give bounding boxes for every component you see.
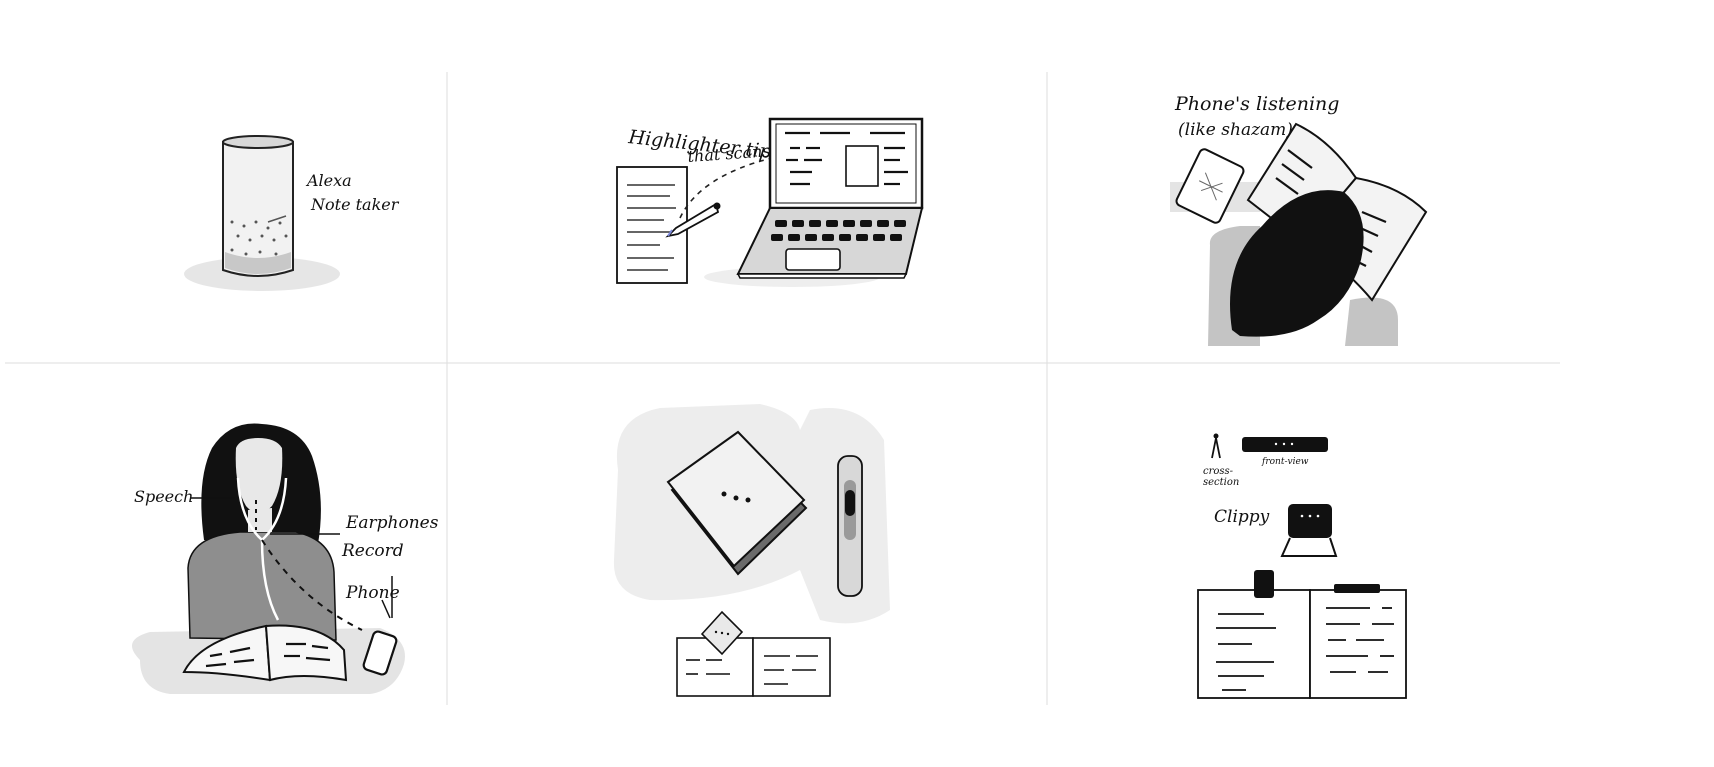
clippy-label: Clippy	[1214, 507, 1270, 527]
speech-label: Speech	[134, 487, 193, 506]
alexa-cylinder-icon	[222, 135, 294, 277]
panel-laptop: Highlighter tip that scans	[616, 117, 924, 287]
earphones-label-line2: Record	[341, 541, 404, 561]
alexa-label-line1: Alexa	[305, 171, 352, 190]
phone-label-line2: (like shazam)	[1178, 120, 1293, 140]
cross-section-label-line2: section	[1203, 477, 1239, 488]
phone-label-line1: Phone's listening	[1174, 93, 1339, 115]
panel-phone-listening: Phone's listening (like shazam)	[1170, 93, 1428, 346]
clippy-device-icon	[1280, 504, 1338, 557]
panel-earphones: Speech Earphones Record Phone	[132, 423, 439, 694]
alexa-label-line2: Note taker	[310, 195, 400, 214]
chair-shadow-right	[1345, 297, 1398, 346]
cross-section-label-line1: cross-	[1203, 466, 1234, 477]
panel-alexa: Alexa Note taker	[184, 135, 400, 291]
earphones-label-line1: Earphones	[345, 513, 439, 533]
paper-icon	[616, 166, 688, 284]
front-view-label: front-view	[1261, 457, 1309, 467]
pen-device-icon	[837, 455, 863, 597]
person-hair-silhouette	[1230, 190, 1364, 337]
storyboard-canvas: Alexa Note taker Highlighter tip that sc…	[5, 72, 1560, 705]
phone-label: Phone	[345, 583, 400, 603]
panel-clippy: cross- section front-view Clippy	[1197, 433, 1407, 699]
notebook-icon	[1197, 570, 1407, 699]
phone-icon	[1175, 148, 1245, 224]
notebook-icon	[676, 610, 831, 697]
front-view-icon	[1242, 437, 1328, 452]
cross-section-icon	[1211, 433, 1221, 459]
panel-device	[613, 404, 890, 697]
scan-path	[679, 157, 773, 219]
